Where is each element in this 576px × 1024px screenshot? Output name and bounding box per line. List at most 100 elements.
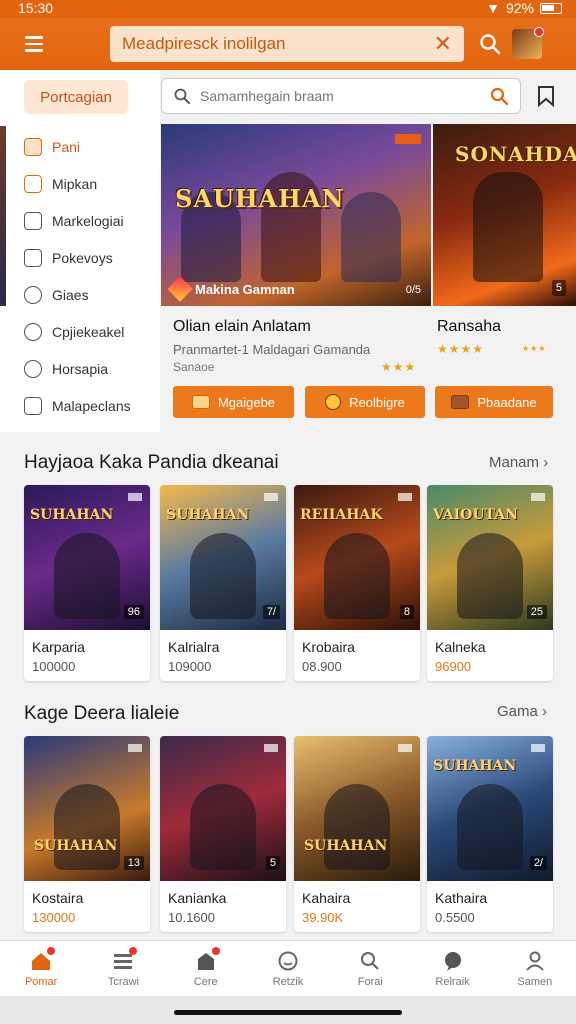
chat-icon xyxy=(24,359,42,378)
card-price: 109000 xyxy=(168,659,212,674)
notification-dot xyxy=(47,947,56,955)
card-name: Kalneka xyxy=(435,639,486,655)
card-badge: 25 xyxy=(526,605,547,619)
card-icon xyxy=(451,395,470,409)
nav-item-list[interactable]: Tcrawi xyxy=(82,941,164,996)
card-tag xyxy=(531,744,545,752)
clear-icon[interactable]: ✕ xyxy=(434,33,452,55)
game-card[interactable]: SUHAHAN 7/ Kalrialra 109000 xyxy=(160,485,286,681)
card-tag xyxy=(264,493,278,501)
nav-item-chat[interactable]: Relraik xyxy=(411,941,493,996)
avatar[interactable] xyxy=(512,27,544,59)
menu-icon-line xyxy=(25,36,43,39)
gesture-bar xyxy=(0,996,576,1024)
card-hero xyxy=(54,533,120,619)
sidebar-item[interactable]: Malapeclans xyxy=(24,387,131,424)
game-card[interactable]: SUHAHAN 13 Kostaira 130000 xyxy=(24,736,150,932)
wifi-icon: ▼ xyxy=(486,0,500,16)
face-icon xyxy=(277,950,299,972)
banner-badge: 5 xyxy=(551,280,566,296)
side-title: Ransaha xyxy=(437,318,502,335)
card-badge: 96 xyxy=(123,605,144,619)
card-name: Krobaira xyxy=(302,639,355,655)
card-hero xyxy=(324,784,390,870)
search-placeholder: Samamhegain braam xyxy=(200,88,334,104)
sidebar-item[interactable]: Cpjiekeakel xyxy=(24,313,131,350)
battery-percent: 92% xyxy=(505,0,534,16)
card-price: 08.900 xyxy=(302,659,342,674)
game-card[interactable]: SUHAHAN 2/ Kathaira 0.5500 xyxy=(427,736,553,932)
nav-item-store[interactable]: Cere xyxy=(165,941,247,996)
action-button[interactable]: Mgaigebe xyxy=(173,386,294,418)
card-hero xyxy=(190,533,256,619)
nav-item-search[interactable]: Forai xyxy=(329,941,411,996)
card-hero xyxy=(457,533,523,619)
nav-label: Relraik xyxy=(435,975,470,988)
rating-stars: ★★★★ xyxy=(437,342,485,356)
game-card[interactable]: SUHAHAN 96 Karparia 100000 xyxy=(24,485,150,681)
status-icons: ▼ 92% xyxy=(486,0,562,16)
action-button[interactable]: Reolbigre xyxy=(305,386,425,418)
featured-title: Olian elain Anlatam xyxy=(173,318,311,335)
sidebar-item[interactable]: Horsapia xyxy=(24,350,131,387)
card-icon xyxy=(24,248,42,267)
appbar-search-field[interactable]: Meadpiresck inolilgan ✕ xyxy=(110,26,464,62)
sidebar-item[interactable]: Mipkan xyxy=(24,165,131,202)
search-icon xyxy=(359,950,381,972)
rating-stars: ★★★ xyxy=(381,360,417,374)
card-price: 10.1600 xyxy=(168,910,215,925)
sidebar-title[interactable]: Portcagian xyxy=(24,80,128,114)
section-more-link[interactable]: Gama › xyxy=(497,703,547,720)
card-logo: SUHAHAN xyxy=(34,838,118,854)
status-bar: 15:30 ▼ 92% xyxy=(0,0,576,18)
sidebar-item-label: Cpjiekeakel xyxy=(52,323,125,340)
rating-stars: ★★★ xyxy=(522,344,547,353)
gift-icon xyxy=(24,137,42,156)
card-logo: SUHAHAN xyxy=(166,507,250,523)
card-hero xyxy=(54,784,120,870)
sidebar-item[interactable]: Markelogiai xyxy=(24,202,131,239)
sidebar-item-label: Markelogiai xyxy=(52,212,124,229)
card-name: Kahaira xyxy=(302,890,351,906)
menu-icon-line xyxy=(25,42,43,46)
card-price: 39.90K xyxy=(302,910,344,925)
nav-item-profile[interactable]: Samen xyxy=(494,941,576,996)
search-submit-icon[interactable] xyxy=(490,87,508,105)
more-label: Manam xyxy=(489,454,540,471)
bookmark-button[interactable] xyxy=(532,82,560,110)
game-card[interactable]: REIIAHAK 8 Krobaira 08.900 xyxy=(294,485,420,681)
banner-caption-text: Makina Gamnan xyxy=(195,281,295,297)
game-card[interactable]: VAIOUTAN 25 Kalneka 96900 xyxy=(427,485,553,681)
action-button[interactable]: Pbaadane xyxy=(435,386,553,418)
nav-label: Tcrawi xyxy=(107,975,139,988)
nav-item-home[interactable]: Pomar xyxy=(0,941,82,996)
sidebar-item[interactable]: Pani xyxy=(24,128,131,165)
menu-button[interactable] xyxy=(14,24,54,64)
game-card[interactable]: SUHAHAN Kahaira 39.90K xyxy=(294,736,420,932)
status-time: 15:30 xyxy=(18,0,54,16)
sidebar-item[interactable]: Giaes xyxy=(24,276,131,313)
home-indicator[interactable] xyxy=(174,1010,402,1015)
card-badge: 13 xyxy=(123,856,144,870)
game-logo-icon xyxy=(167,276,193,302)
search-input[interactable]: Samamhegain braam xyxy=(161,78,521,114)
search-button[interactable] xyxy=(474,28,506,60)
side-banner[interactable]: SONAHDAN 5 xyxy=(433,124,576,306)
sidebar-item[interactable]: Pokevoys xyxy=(24,239,131,276)
section-more-link[interactable]: Manam › xyxy=(489,454,548,471)
sidebar-item-label: Horsapia xyxy=(52,360,109,377)
card-hero xyxy=(457,784,523,870)
featured-subtitle: Pranmartet-1 Maldagari Gamanda xyxy=(173,342,371,357)
chat-icon xyxy=(442,950,464,972)
banner-badge: 0/5 xyxy=(405,284,421,296)
game-card[interactable]: 5 Kanianka 10.1600 xyxy=(160,736,286,932)
nav-item-face[interactable]: Retzik xyxy=(247,941,329,996)
sidebar-list: Pani Mipkan Markelogiai Pokevoys Giaes C… xyxy=(24,128,131,424)
card-badge: 2/ xyxy=(529,856,547,870)
card-badge: 7/ xyxy=(262,605,280,619)
featured-banner[interactable]: SAUHAHAN Makina Gamnan 0/5 xyxy=(161,124,431,306)
sidebar-item-label: Giaes xyxy=(52,286,89,303)
card-logo: SUHAHAN xyxy=(304,838,388,854)
card-logo: VAIOUTAN xyxy=(433,507,518,523)
card-logo: REIIAHAK xyxy=(300,507,383,523)
